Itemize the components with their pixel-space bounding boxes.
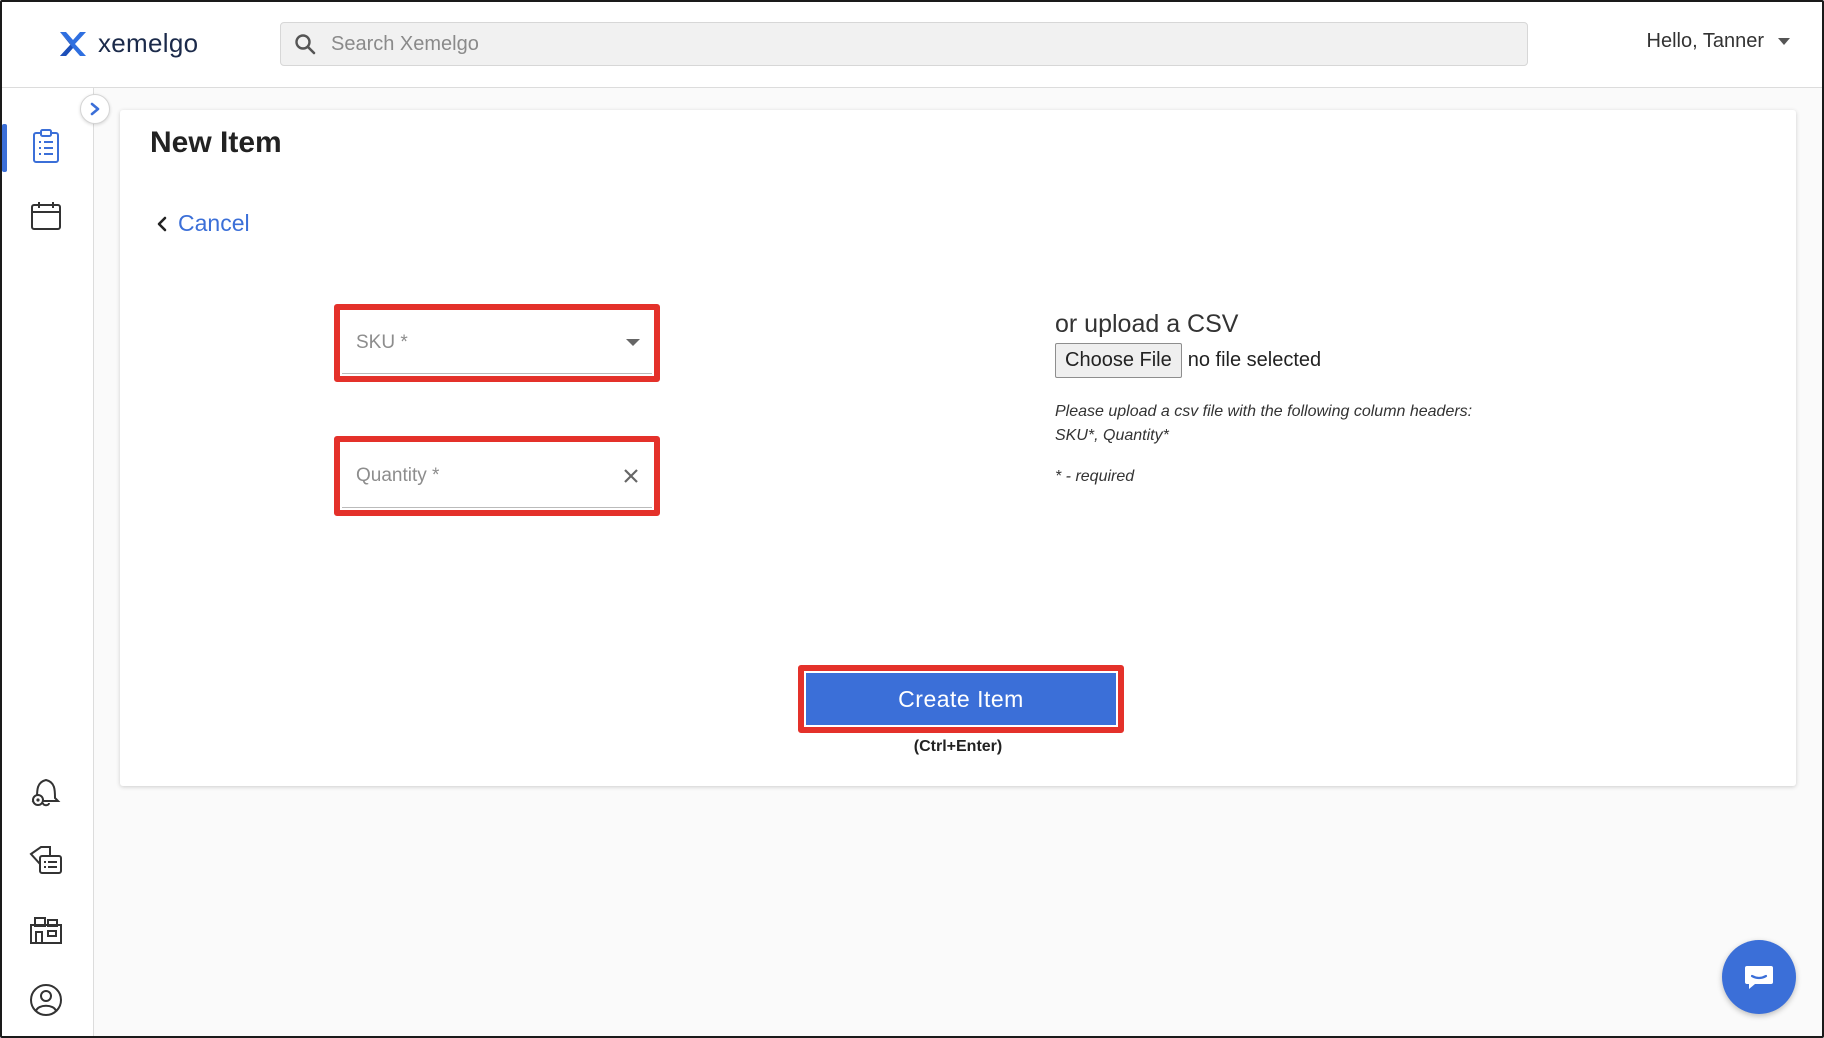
csv-hint: Please upload a csv file with the follow… [1055, 400, 1472, 448]
user-menu[interactable]: Hello, Tanner [1647, 30, 1790, 53]
cancel-link[interactable]: Cancel [156, 210, 250, 237]
file-input: Choose File no file selected [1055, 343, 1321, 378]
search-input[interactable] [331, 32, 1481, 56]
sidebar-item-locations[interactable] [26, 910, 66, 950]
chevron-right-icon [90, 102, 100, 116]
cancel-label: Cancel [178, 210, 250, 236]
user-greeting: Hello, Tanner [1646, 30, 1764, 52]
required-note: * - required [1055, 468, 1135, 485]
bell-gear-icon [31, 778, 61, 807]
create-item-button[interactable]: Create Item [806, 673, 1116, 725]
sidebar [0, 88, 94, 1038]
file-status: no file selected [1187, 349, 1322, 371]
sidebar-item-tags[interactable] [26, 840, 66, 880]
clipboard-list-icon [33, 129, 59, 163]
dropdown-arrow-icon [626, 339, 640, 346]
xemelgo-logo-icon [60, 31, 86, 56]
sidebar-item-alerts[interactable] [26, 770, 66, 810]
sku-select[interactable]: SKU * [342, 312, 652, 374]
tag-list-icon [29, 846, 62, 874]
search-icon [295, 34, 316, 55]
quantity-field[interactable]: Quantity * [342, 444, 652, 508]
clear-icon[interactable] [622, 467, 640, 485]
sku-placeholder: SKU * [356, 331, 408, 353]
page-title: New Item [150, 126, 282, 159]
search-bar[interactable] [280, 22, 1528, 66]
brand-logo[interactable]: xemelgo [58, 28, 198, 59]
user-circle-icon [30, 984, 62, 1016]
csv-hint-line-2: SKU*, Quantity* [1055, 427, 1169, 444]
building-icon [30, 917, 62, 944]
sidebar-expand-button[interactable] [80, 94, 110, 124]
quantity-placeholder: Quantity * [356, 464, 440, 486]
brand-name: xemelgo [98, 28, 199, 58]
active-indicator [2, 124, 7, 172]
chat-icon [1745, 966, 1773, 989]
csv-upload-title: or upload a CSV [1055, 310, 1239, 338]
choose-file-button[interactable]: Choose File [1055, 343, 1182, 378]
sidebar-item-calendar[interactable] [26, 196, 66, 236]
sidebar-item-account[interactable] [26, 980, 66, 1020]
sidebar-item-orders[interactable] [26, 126, 66, 166]
chevron-left-icon [157, 216, 167, 231]
csv-hint-line-1: Please upload a csv file with the follow… [1055, 403, 1473, 420]
chat-button[interactable] [1722, 940, 1796, 1014]
chevron-down-icon [1778, 38, 1790, 45]
new-item-card: New Item Cancel SKU * Quantity * or uplo… [120, 110, 1796, 786]
calendar-icon [31, 202, 61, 230]
keyboard-shortcut-hint: (Ctrl+Enter) [913, 738, 1003, 755]
top-header: xemelgo Hello, Tanner [0, 0, 1824, 88]
